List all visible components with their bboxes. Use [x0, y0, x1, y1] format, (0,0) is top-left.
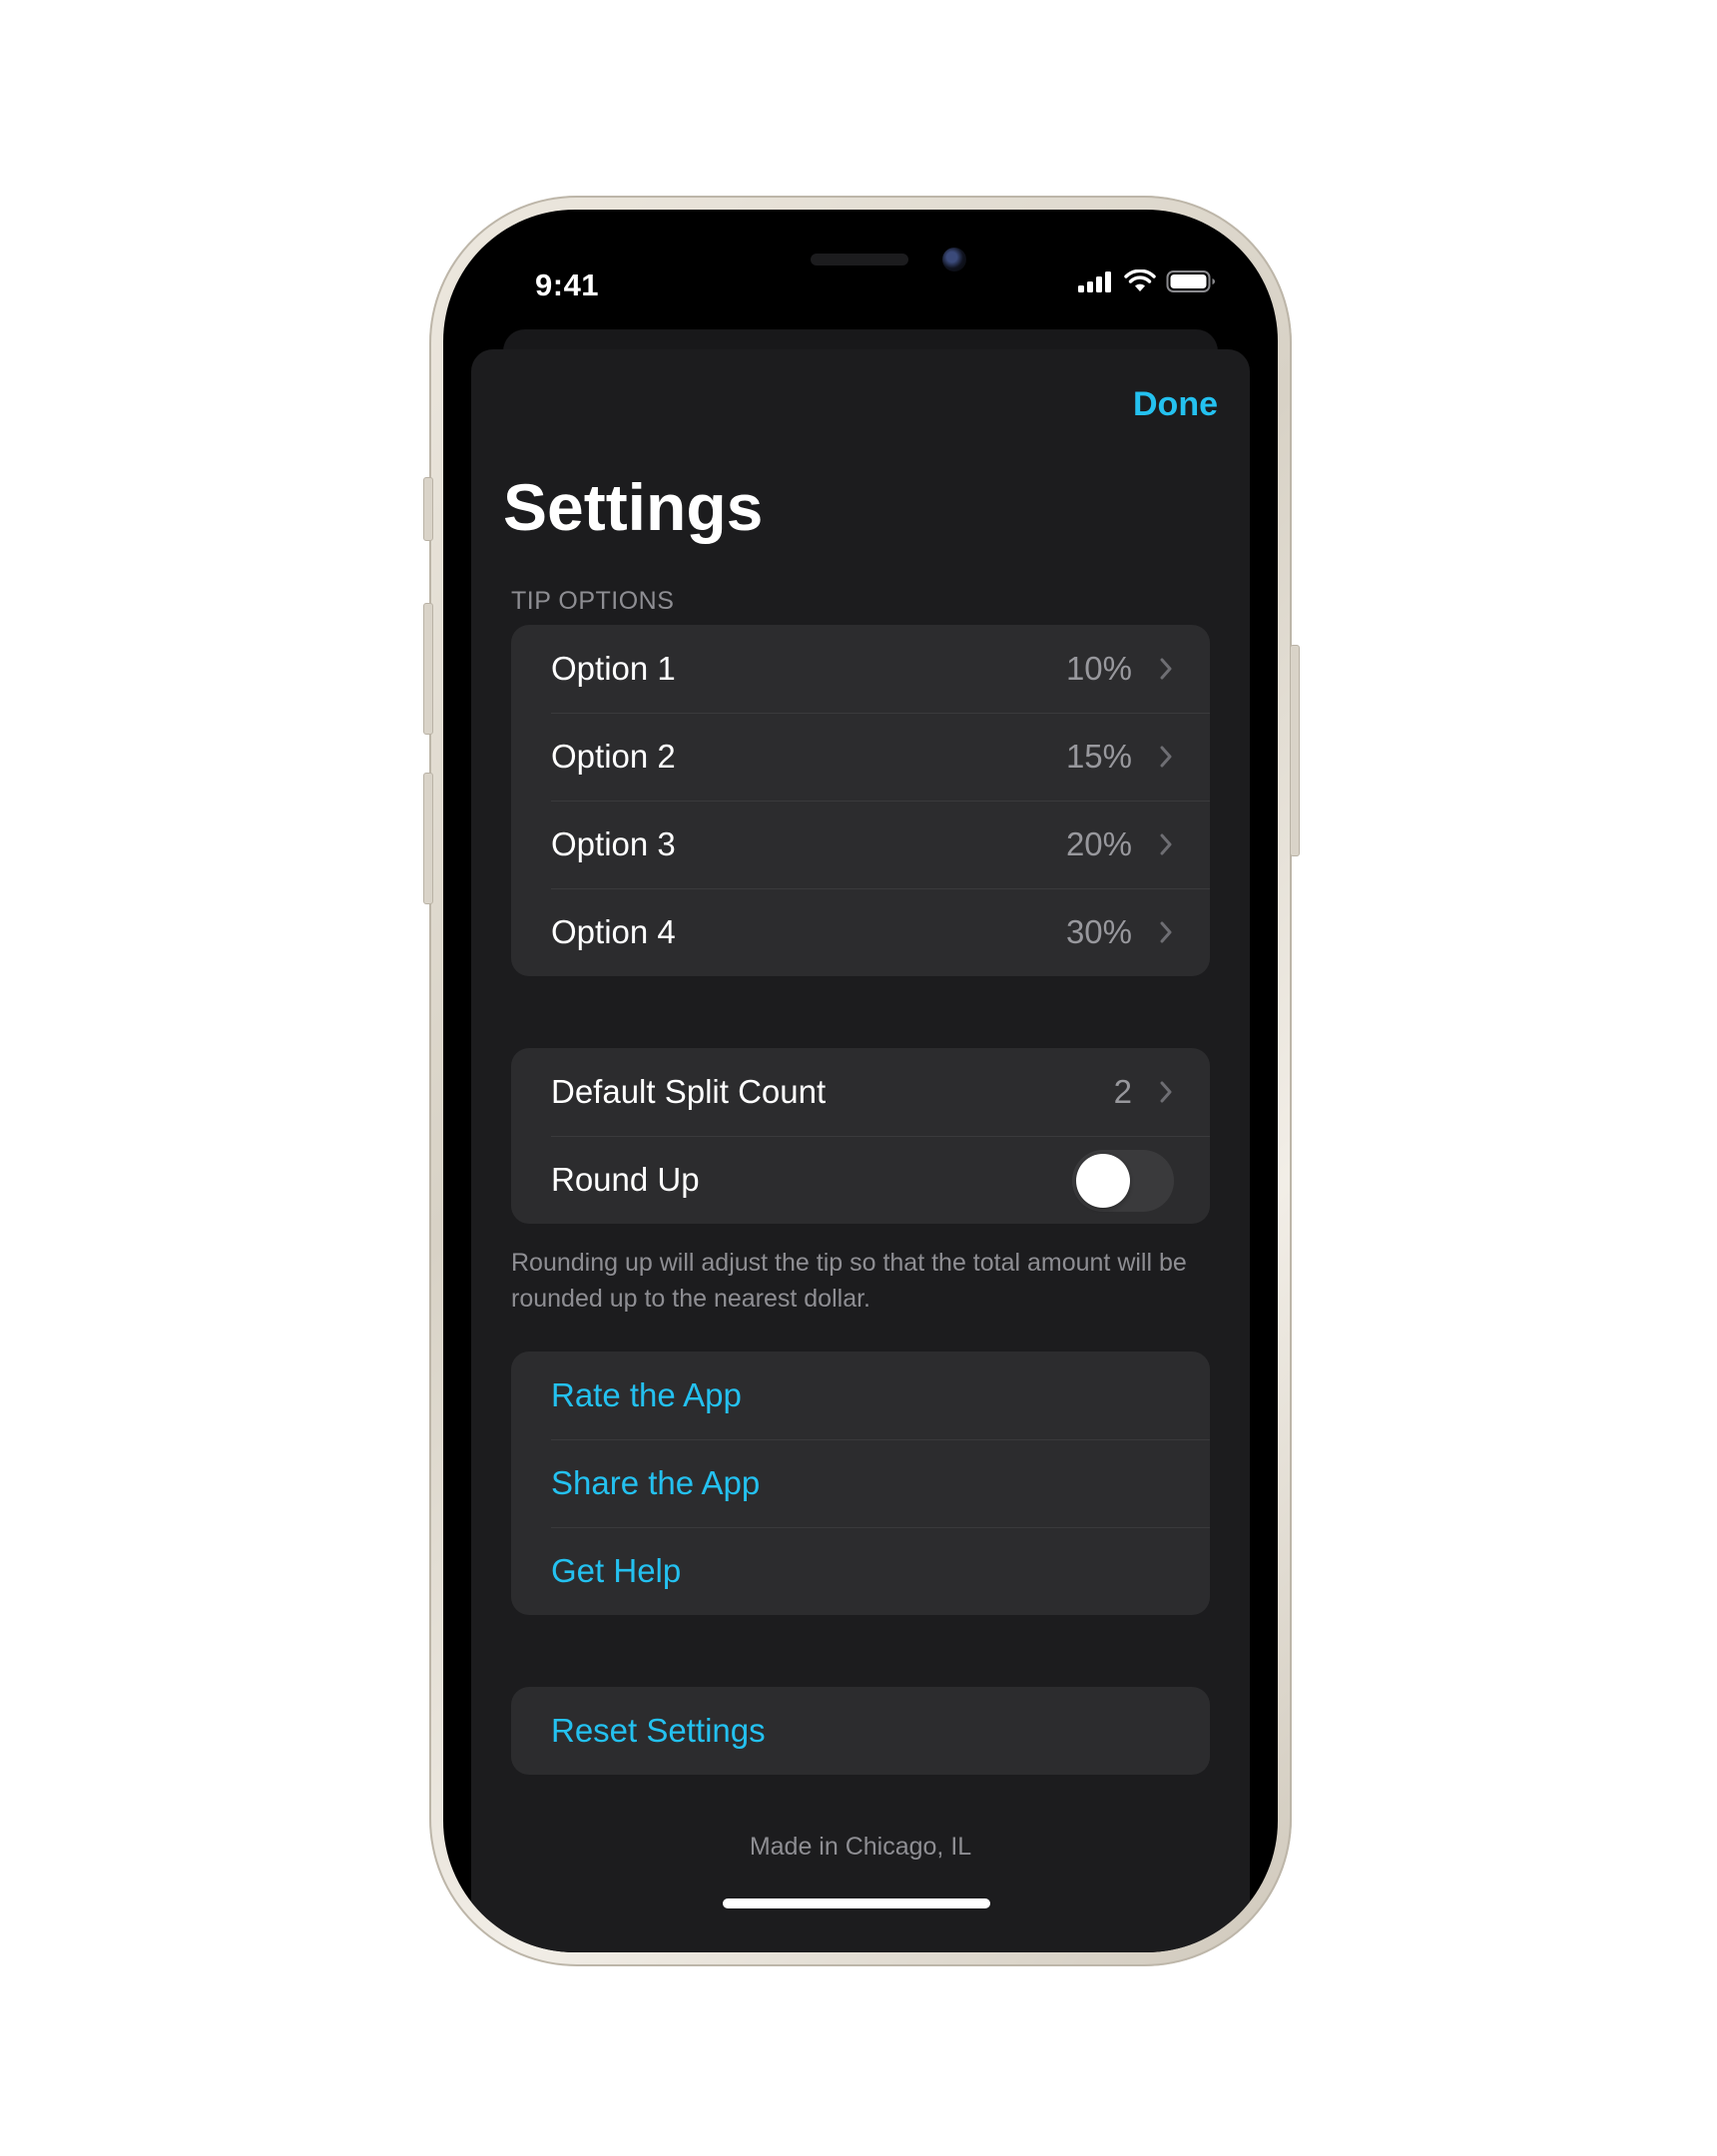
reset-settings-row[interactable]: Reset Settings: [511, 1687, 1210, 1775]
volume-up-button: [423, 603, 433, 735]
chevron-right-icon: [1160, 658, 1172, 680]
tip-option-label: Option 4: [551, 913, 676, 950]
rate-app-row[interactable]: Rate the App: [511, 1351, 1210, 1439]
tip-options-header: TIP OPTIONS: [511, 587, 675, 615]
round-up-footnote: Rounding up will adjust the tip so that …: [511, 1249, 1187, 1313]
tip-option-row[interactable]: Option 4 30%: [511, 888, 1210, 976]
wifi-icon: [1124, 270, 1156, 291]
tip-options-group: Option 1 10% Option 2 15% Option 3 20% O…: [511, 625, 1210, 976]
tip-option-row[interactable]: Option 1 10%: [511, 625, 1210, 713]
status-time: 9:41: [535, 268, 600, 302]
tip-option-label: Option 3: [551, 825, 676, 862]
default-split-count-label: Default Split Count: [551, 1073, 827, 1110]
default-split-count-value: 2: [1113, 1073, 1132, 1110]
home-indicator[interactable]: [723, 1898, 990, 1908]
volume-down-button: [423, 773, 433, 904]
tip-option-value: 20%: [1065, 825, 1132, 862]
chevron-right-icon: [1160, 1081, 1172, 1103]
get-help-row[interactable]: Get Help: [511, 1527, 1210, 1615]
cellular-signal-icon: [1078, 271, 1111, 292]
get-help-link[interactable]: Get Help: [551, 1552, 681, 1590]
default-split-count-row[interactable]: Default Split Count 2: [511, 1048, 1210, 1136]
toggle-knob: [1076, 1154, 1130, 1208]
tip-option-value: 10%: [1065, 650, 1132, 687]
chevron-right-icon: [1160, 833, 1172, 855]
reset-group: Reset Settings: [511, 1687, 1210, 1775]
round-up-toggle[interactable]: [1072, 1150, 1174, 1212]
device-screen: 9:41 Done Settings TIP OPTIONS Option 1 …: [443, 210, 1278, 1952]
share-app-link[interactable]: Share the App: [551, 1464, 760, 1502]
page-title: Settings: [503, 470, 764, 544]
front-camera: [942, 248, 966, 271]
tip-option-row[interactable]: Option 3 20%: [511, 801, 1210, 888]
tip-option-row[interactable]: Option 2 15%: [511, 713, 1210, 801]
app-links-group: Rate the App Share the App Get Help: [511, 1351, 1210, 1615]
side-button: [1290, 645, 1300, 856]
split-settings-group: Default Split Count 2 Round Up: [511, 1048, 1210, 1224]
round-up-row: Round Up: [511, 1136, 1210, 1224]
earpiece-speaker: [811, 254, 908, 266]
round-up-label: Round Up: [551, 1161, 700, 1198]
settings-sheet: Done Settings TIP OPTIONS Option 1 10% O…: [471, 349, 1250, 1952]
tip-option-value: 15%: [1065, 738, 1132, 775]
tip-option-label: Option 2: [551, 738, 676, 775]
reset-settings-button[interactable]: Reset Settings: [551, 1712, 766, 1750]
share-app-row[interactable]: Share the App: [511, 1439, 1210, 1527]
status-bar: 9:41: [443, 210, 1278, 329]
chevron-right-icon: [1160, 746, 1172, 768]
battery-icon: [1166, 270, 1215, 292]
tip-option-label: Option 1: [551, 650, 676, 687]
done-button[interactable]: Done: [1133, 385, 1218, 424]
rate-app-link[interactable]: Rate the App: [551, 1376, 742, 1414]
footer-credits: Made in Chicago, IL: [749, 1833, 972, 1861]
status-icons: [1078, 270, 1216, 293]
chevron-right-icon: [1160, 921, 1172, 943]
tip-option-value: 30%: [1065, 913, 1132, 950]
silent-switch: [423, 477, 433, 541]
